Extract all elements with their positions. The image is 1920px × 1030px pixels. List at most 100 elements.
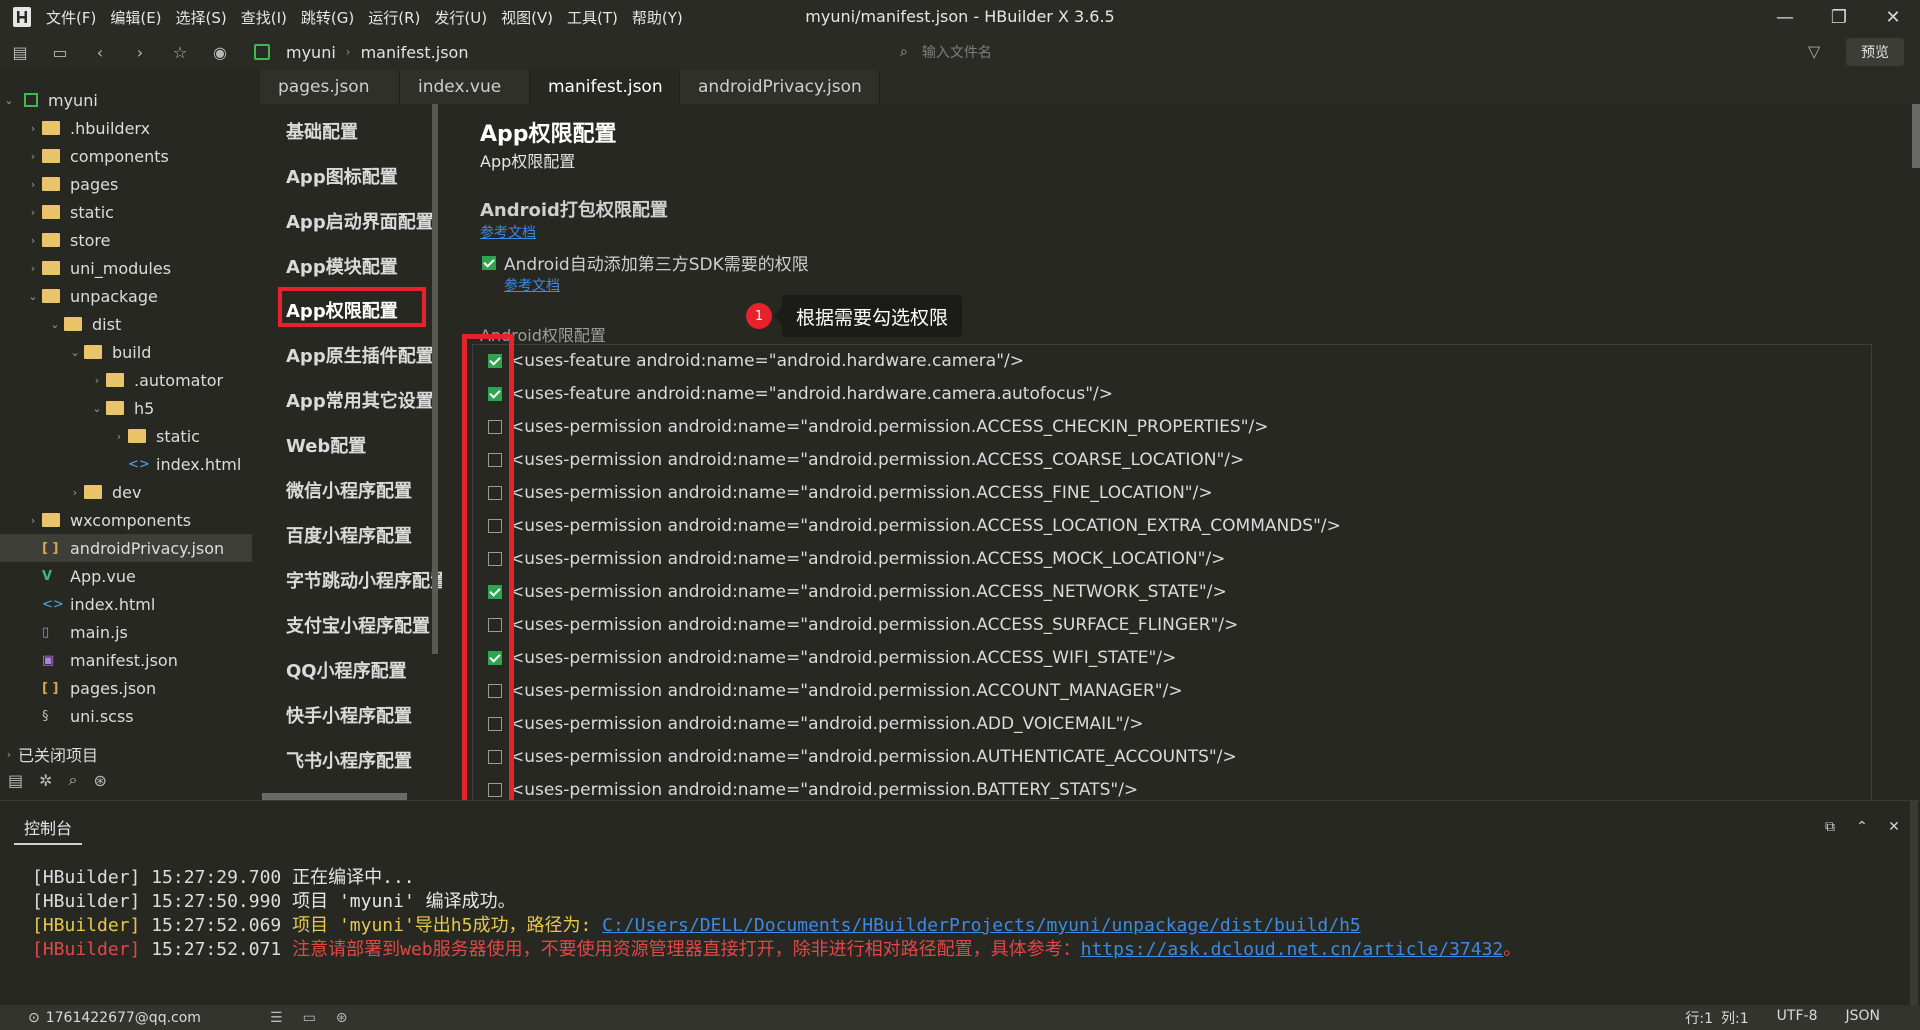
tree-item-automator[interactable]: › .automator [88, 366, 223, 394]
permission-item[interactable]: <uses-permission android:name="android.p… [488, 778, 1138, 800]
explorer-icon[interactable]: ▤ [8, 771, 23, 790]
save-icon[interactable]: ▭ [40, 36, 80, 68]
run-icon[interactable]: ◉ [200, 36, 240, 68]
content-scrollbar[interactable] [1912, 104, 1920, 168]
log-url-link[interactable]: https://ask.dcloud.net.cn/article/37432 [1081, 939, 1504, 960]
tab-console[interactable]: 控制台 [14, 815, 83, 845]
list-icon[interactable]: ☰ [270, 1010, 283, 1026]
permission-item[interactable]: <uses-permission android:name="android.p… [488, 481, 1213, 505]
tree-item-manifest-json[interactable]: ▣ manifest.json [42, 646, 178, 674]
nav-baidu-config[interactable]: 百度小程序配置 [286, 522, 412, 548]
tree-item-h5-index-html[interactable]: <> index.html [128, 450, 241, 478]
log-path-link[interactable]: C:/Users/DELL/Documents/HBuilderProjects… [602, 915, 1361, 936]
permission-item[interactable]: <uses-permission android:name="android.p… [488, 613, 1238, 637]
restore-button[interactable]: ❐ [1812, 0, 1866, 34]
nav-kuaishou-config[interactable]: 快手小程序配置 [286, 702, 412, 728]
nav-web-config[interactable]: Web配置 [286, 432, 366, 458]
chevron-right-icon[interactable]: › [24, 178, 42, 191]
tree-item-app-vue[interactable]: V App.vue [42, 562, 136, 590]
tree-item-main-js[interactable]: ▯ main.js [42, 618, 128, 646]
nav-bytedance-config[interactable]: 字节跳动小程序配置 [286, 567, 442, 593]
nav-app-native-plugin-config[interactable]: App原生插件配置 [286, 342, 434, 368]
tab-pages-json[interactable]: pages.json [260, 70, 400, 104]
permission-item[interactable]: <uses-permission android:name="android.p… [488, 712, 1143, 736]
debug-icon[interactable]: ✲ [39, 771, 52, 790]
nav-horizontal-scrollbar[interactable] [262, 793, 407, 800]
tree-item-components[interactable]: › components [24, 142, 169, 170]
status-column[interactable]: 列:1 [1721, 1008, 1749, 1028]
back-icon[interactable]: ‹ [80, 36, 120, 68]
tree-item-myuni[interactable]: ⌄ myuni [0, 86, 97, 114]
tab-index-vue[interactable]: index.vue [400, 70, 530, 104]
plugin-icon[interactable]: ⊛ [94, 771, 107, 790]
permission-item[interactable]: <uses-feature android:name="android.hard… [488, 382, 1113, 406]
menu-publish[interactable]: 发行(U) [434, 7, 487, 28]
chevron-down-icon[interactable]: ⌄ [0, 94, 18, 107]
menu-edit[interactable]: 编辑(E) [110, 7, 161, 28]
nav-scrollbar[interactable] [432, 104, 438, 654]
chevron-right-icon[interactable]: › [0, 748, 18, 761]
nav-app-module-config[interactable]: App模块配置 [286, 253, 398, 279]
tree-item-build[interactable]: ⌄ build [66, 338, 151, 366]
menu-find[interactable]: 查找(I) [241, 7, 287, 28]
permission-item[interactable]: <uses-permission android:name="android.p… [488, 745, 1237, 769]
menu-run[interactable]: 运行(R) [368, 7, 420, 28]
tree-item-index-html[interactable]: <> index.html [42, 590, 155, 618]
nav-app-icon-config[interactable]: App图标配置 [286, 163, 398, 189]
doc-link[interactable]: 参考文档 [480, 222, 536, 242]
tree-item-uni-modules[interactable]: › uni_modules [24, 254, 171, 282]
filter-icon[interactable]: ▽ [1808, 42, 1820, 61]
permission-item[interactable]: <uses-permission android:name="android.p… [488, 580, 1227, 604]
permission-item[interactable]: <uses-permission android:name="android.p… [488, 646, 1176, 670]
doc-link-2[interactable]: 参考文档 [504, 275, 560, 295]
permission-item[interactable]: <uses-permission android:name="android.p… [488, 415, 1269, 439]
permission-item[interactable]: <uses-permission android:name="android.p… [488, 514, 1341, 538]
nav-app-other-settings[interactable]: App常用其它设置 [286, 387, 434, 413]
tree-item-uni-scss[interactable]: § uni.scss [42, 702, 134, 730]
chevron-down-icon[interactable]: ⌄ [46, 318, 64, 331]
permission-item[interactable]: <uses-feature android:name="android.hard… [488, 349, 1024, 373]
menu-help[interactable]: 帮助(Y) [632, 7, 683, 28]
tree-item-pages[interactable]: › pages [24, 170, 119, 198]
menu-view[interactable]: 视图(V) [501, 7, 553, 28]
nav-weixin-config[interactable]: 微信小程序配置 [286, 477, 412, 503]
menu-tools[interactable]: 工具(T) [567, 7, 618, 28]
menu-select[interactable]: 选择(S) [176, 7, 227, 28]
chevron-right-icon[interactable]: › [88, 374, 106, 387]
chevron-right-icon[interactable]: › [24, 234, 42, 247]
auto-add-sdk-permissions[interactable]: Android自动添加第三方SDK需要的权限 [482, 250, 809, 275]
breadcrumb-project[interactable]: myuni [286, 43, 336, 62]
permission-item[interactable]: <uses-permission android:name="android.p… [488, 679, 1183, 703]
chevron-right-icon[interactable]: › [110, 430, 128, 443]
console-scrollbar[interactable] [1910, 801, 1918, 1006]
tree-item-wxcomponents[interactable]: › wxcomponents [24, 506, 191, 534]
tree-item-h5[interactable]: ⌄ h5 [88, 394, 154, 422]
file-search-input[interactable]: ⌕ 输入文件名 [900, 38, 1440, 66]
minimize-button[interactable]: — [1758, 0, 1812, 34]
tab-androidprivacy-json[interactable]: androidPrivacy.json [680, 70, 880, 104]
chevron-down-icon[interactable]: ⌄ [88, 402, 106, 415]
permission-item[interactable]: <uses-permission android:name="android.p… [488, 547, 1225, 571]
status-user[interactable]: ⊙ 1761422677@qq.com [28, 1010, 201, 1026]
tree-item-dev[interactable]: › dev [66, 478, 142, 506]
chevron-right-icon[interactable]: › [24, 262, 42, 275]
nav-app-splash-config[interactable]: App启动界面配置 [286, 208, 434, 234]
breadcrumb-file[interactable]: manifest.json [361, 43, 469, 62]
tree-item-unpackage[interactable]: ⌄ unpackage [24, 282, 157, 310]
search-icon[interactable]: ⌕ [69, 770, 78, 790]
tab-manifest-json[interactable]: manifest.json [530, 70, 680, 104]
chevron-down-icon[interactable]: ⌄ [66, 346, 84, 359]
nav-alipay-config[interactable]: 支付宝小程序配置 [286, 612, 430, 638]
tree-item-androidprivacy-json[interactable]: [ ] androidPrivacy.json [0, 534, 252, 562]
star-icon[interactable]: ☆ [160, 36, 200, 68]
preview-button[interactable]: 预览 [1846, 38, 1904, 66]
settings-icon[interactable]: ⊛ [336, 1010, 348, 1026]
forward-icon[interactable]: › [120, 36, 160, 68]
tree-item-h5-static[interactable]: › static [110, 422, 200, 450]
chevron-right-icon[interactable]: › [24, 206, 42, 219]
status-language[interactable]: JSON [1845, 1008, 1880, 1028]
tree-item-hbuilderx[interactable]: › .hbuilderx [24, 114, 150, 142]
checkbox[interactable] [482, 255, 496, 270]
chevron-right-icon[interactable]: › [24, 122, 42, 135]
chevron-up-icon[interactable]: ⌃ [1846, 819, 1878, 835]
